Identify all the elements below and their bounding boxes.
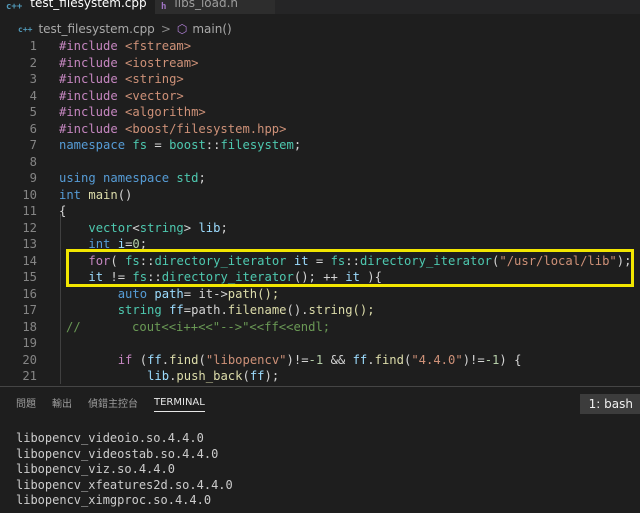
header-file-icon: h (161, 2, 167, 12)
code-editor[interactable]: 1 #include <fstream> 2 #include <iostream>… (0, 38, 640, 384)
tab-libs-load-h[interactable]: h libs_load.h (155, 0, 275, 14)
terminal-line: libopencv_videoio.so.4.4.0 (16, 431, 204, 445)
code-line: 7 namespace fs = boost::filesystem; (29, 138, 302, 152)
breadcrumb: c++ test_filesystem.cpp > ⬡ main() (0, 20, 640, 38)
chevron-right-icon: > (160, 22, 171, 36)
code-line: 10 int main() (22, 187, 133, 202)
code-line: 17 string ff=path.filename().string(); (22, 303, 375, 317)
code-line: 4 #include <vector> (29, 88, 184, 103)
code-line: 19 (22, 336, 37, 350)
code-line: 16 auto path= it->path(); (22, 286, 280, 301)
terminal-line: libopencv_xfeatures2d.so.4.4.0 (16, 477, 233, 492)
tab-problems[interactable]: 問題 (16, 395, 36, 410)
editor-tab-bar: c++ test_filesystem.cpp × h libs_load.h (0, 0, 640, 14)
code-line: 21 lib.push_back(ff); (22, 369, 280, 383)
code-line: 20 if (ff.find("libopencv")!=-1 && ff.fi… (22, 352, 522, 367)
code-line: 11{ (22, 204, 67, 218)
code-line: 2 #include <iostream> (29, 55, 199, 70)
code-line: 18// cout<<i++<<"-->"<<ff<<endl; (22, 319, 331, 334)
code-line: 5 #include <algorithm> (29, 105, 206, 119)
tab-label: test_filesystem.cpp (30, 0, 147, 10)
cpp-file-icon: c++ (18, 24, 33, 34)
tab-label: libs_load.h (174, 0, 239, 10)
terminal-line: libopencv_videostab.so.4.4.0 (16, 446, 219, 461)
breadcrumb-file[interactable]: test_filesystem.cpp (38, 22, 154, 36)
terminal-line: libopencv_ximgproc.so.4.4.0 (16, 493, 212, 507)
tab-output[interactable]: 輸出 (52, 395, 72, 410)
code-line: 12 vector<string> lib; (22, 220, 228, 235)
code-line: 1 #include <fstream> (29, 39, 192, 53)
tab-test-filesystem-cpp[interactable]: c++ test_filesystem.cpp × (0, 0, 155, 14)
tab-debug-console[interactable]: 偵錯主控台 (88, 395, 138, 410)
tab-terminal[interactable]: TERMINAL (154, 397, 205, 412)
highlight-annotation-box (66, 249, 634, 287)
panel-tab-bar: 問題 輸出 偵錯主控台 TERMINAL (0, 387, 640, 417)
cube-icon: ⬡ (176, 22, 188, 36)
code-line: 9 using namespace std; (29, 171, 206, 185)
cpp-file-icon: c++ (6, 2, 23, 12)
code-line: 3 #include <string> (29, 72, 184, 86)
terminal-output[interactable]: libopencv_videoio.so.4.4.0 libopencv_vid… (16, 431, 233, 509)
code-line: 8 (29, 154, 37, 169)
terminal-line: libopencv_viz.so.4.4.0 (16, 462, 175, 476)
code-line: 6 #include <boost/filesystem.hpp> (29, 121, 287, 136)
breadcrumb-symbol[interactable]: main() (192, 22, 231, 36)
terminal-select-dropdown[interactable]: 1: bash (579, 394, 640, 414)
